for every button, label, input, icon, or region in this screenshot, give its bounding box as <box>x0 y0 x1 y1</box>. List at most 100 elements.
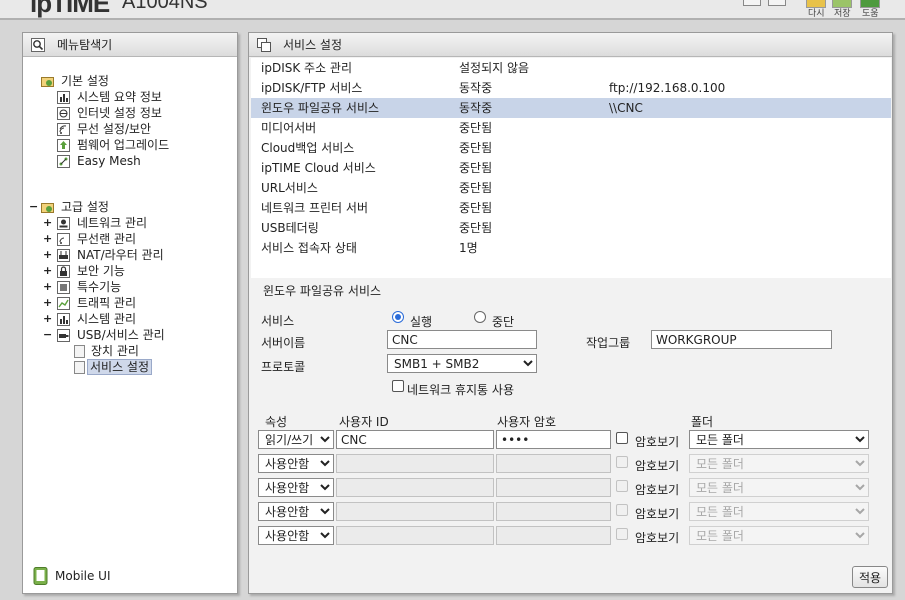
collapse-toggle-icon[interactable]: − <box>29 199 38 215</box>
user-id-input[interactable] <box>336 454 494 473</box>
show-password-label[interactable]: 암호보기 <box>635 529 679 546</box>
folder-select[interactable]: 모든 폴더 <box>689 502 869 521</box>
show-password-checkbox[interactable] <box>616 480 628 492</box>
tree-item-system-summary[interactable]: 시스템 요약 정보 <box>57 89 162 105</box>
show-password-checkbox[interactable] <box>616 456 628 468</box>
folder-select[interactable]: 모든 폴더 <box>689 430 869 449</box>
service-settings-title: 서비스 설정 <box>283 38 343 52</box>
user-id-input[interactable] <box>336 502 494 521</box>
tree-item-label: NAT/라우터 관리 <box>77 248 164 262</box>
user-password-input[interactable] <box>496 454 611 473</box>
table-row: ipDISK 주소 관리 설정되지 않음 <box>261 61 530 75</box>
tree-item-label: 펌웨어 업그레이드 <box>77 138 170 152</box>
tree-basic-settings[interactable]: 기본 설정 <box>41 73 109 89</box>
model-name: A1004NS <box>122 0 208 13</box>
windows-stack-icon <box>257 38 271 52</box>
user-id-input[interactable] <box>336 430 494 449</box>
show-password-checkbox[interactable] <box>616 504 628 516</box>
save-button-label[interactable]: 저장 <box>834 6 851 18</box>
protocol-select[interactable]: SMB1 + SMB2 <box>387 354 537 373</box>
window-icon[interactable] <box>743 0 761 6</box>
folder-settings-icon <box>41 77 54 87</box>
show-password-label[interactable]: 암호보기 <box>635 505 679 522</box>
col-attr-header: 속성 <box>265 415 288 429</box>
service-settings-header: 서비스 설정 <box>249 33 892 57</box>
expand-toggle-icon[interactable]: + <box>43 311 52 327</box>
mobile-phone-icon <box>33 567 48 585</box>
server-name-label: 서버이름 <box>261 336 306 350</box>
window-icon[interactable] <box>768 0 786 6</box>
tree-item-wireless-lan[interactable]: + 무선랜 관리 <box>43 231 136 247</box>
page-icon <box>74 361 85 374</box>
expand-toggle-icon[interactable]: + <box>43 231 52 247</box>
mesh-icon <box>57 155 70 168</box>
tree-item-nat[interactable]: + NAT/라우터 관리 <box>43 247 164 263</box>
help-button-label[interactable]: 도움 <box>862 6 879 18</box>
tree-item-easy-mesh[interactable]: Easy Mesh <box>57 153 141 169</box>
user-password-input[interactable] <box>496 430 611 449</box>
show-password-checkbox[interactable] <box>616 528 628 540</box>
user-attr-select[interactable]: 사용안함 <box>258 478 334 497</box>
user-password-input[interactable] <box>496 478 611 497</box>
run-label[interactable]: 실행 <box>410 313 432 330</box>
globe-icon <box>57 107 70 120</box>
mobile-ui-link[interactable]: Mobile UI <box>33 567 111 585</box>
recycle-bin-checkbox[interactable] <box>392 380 404 392</box>
tools-icon <box>57 281 70 294</box>
tree-item-label: 인터넷 설정 정보 <box>77 106 162 120</box>
workgroup-input[interactable] <box>651 330 832 349</box>
wifi-icon <box>57 123 70 136</box>
tree-item-traffic[interactable]: + 트래픽 관리 <box>43 295 136 311</box>
bar-chart-icon <box>57 313 70 326</box>
tree-item-usb-service[interactable]: − USB/서비스 관리 <box>43 327 165 343</box>
table-row: USB테더링 중단됨 <box>261 221 493 235</box>
tree-item-wireless[interactable]: 무선 설정/보안 <box>57 121 151 137</box>
tree-item-network[interactable]: + 네트워크 관리 <box>43 215 147 231</box>
expand-toggle-icon[interactable]: + <box>43 263 52 279</box>
tree-item-label: 특수기능 <box>77 280 122 294</box>
brand-logo: ipTIME <box>30 0 110 18</box>
expand-toggle-icon[interactable]: + <box>43 295 52 311</box>
apply-button[interactable]: 적용 <box>852 566 889 588</box>
folder-select[interactable]: 모든 폴더 <box>689 454 869 473</box>
user-attr-select[interactable]: 사용안함 <box>258 454 334 473</box>
folder-select[interactable]: 모든 폴더 <box>689 478 869 497</box>
tree-item-special[interactable]: + 특수기능 <box>43 279 121 295</box>
table-row-selected[interactable]: 윈도우 파일공유 서비스 동작중 \\CNC <box>251 98 891 118</box>
tree-item-security[interactable]: + 보안 기능 <box>43 263 125 279</box>
show-password-label[interactable]: 암호보기 <box>635 433 679 450</box>
tree-item-internet-info[interactable]: 인터넷 설정 정보 <box>57 105 162 121</box>
stop-radio[interactable] <box>474 311 486 323</box>
table-row: 서비스 접속자 상태 1명 <box>261 241 478 255</box>
tree-advanced-settings[interactable]: − 고급 설정 <box>29 199 109 215</box>
user-password-input[interactable] <box>496 502 611 521</box>
show-password-label[interactable]: 암호보기 <box>635 481 679 498</box>
show-password-label[interactable]: 암호보기 <box>635 457 679 474</box>
tree-item-label-selected: 서비스 설정 <box>87 359 153 375</box>
tree-item-firmware[interactable]: 펌웨어 업그레이드 <box>57 137 169 153</box>
refresh-button-label[interactable]: 다시 <box>808 6 825 18</box>
user-password-input[interactable] <box>496 526 611 545</box>
stop-label[interactable]: 중단 <box>492 313 514 330</box>
tree-item-label: USB/서비스 관리 <box>77 328 165 342</box>
folder-select[interactable]: 모든 폴더 <box>689 526 869 545</box>
server-name-input[interactable] <box>387 330 537 349</box>
network-icon <box>57 217 70 230</box>
show-password-checkbox[interactable] <box>616 432 628 444</box>
tree-item-device-manage[interactable]: 장치 관리 <box>73 343 139 359</box>
expand-toggle-icon[interactable]: + <box>43 247 52 263</box>
menu-explorer-header: 메뉴탐색기 <box>23 33 237 57</box>
run-radio[interactable] <box>392 311 404 323</box>
user-attr-select[interactable]: 읽기/쓰기 <box>258 430 334 449</box>
table-row: 네트워크 프린터 서버 중단됨 <box>261 201 493 215</box>
tree-item-service-settings[interactable]: 서비스 설정 <box>73 359 153 375</box>
user-attr-select[interactable]: 사용안함 <box>258 502 334 521</box>
recycle-bin-label[interactable]: 네트워크 휴지통 사용 <box>407 381 514 398</box>
tree-item-system[interactable]: + 시스템 관리 <box>43 311 136 327</box>
expand-toggle-icon[interactable]: + <box>43 215 52 231</box>
user-id-input[interactable] <box>336 478 494 497</box>
expand-toggle-icon[interactable]: + <box>43 279 52 295</box>
user-id-input[interactable] <box>336 526 494 545</box>
user-attr-select[interactable]: 사용안함 <box>258 526 334 545</box>
collapse-toggle-icon[interactable]: − <box>43 327 52 343</box>
